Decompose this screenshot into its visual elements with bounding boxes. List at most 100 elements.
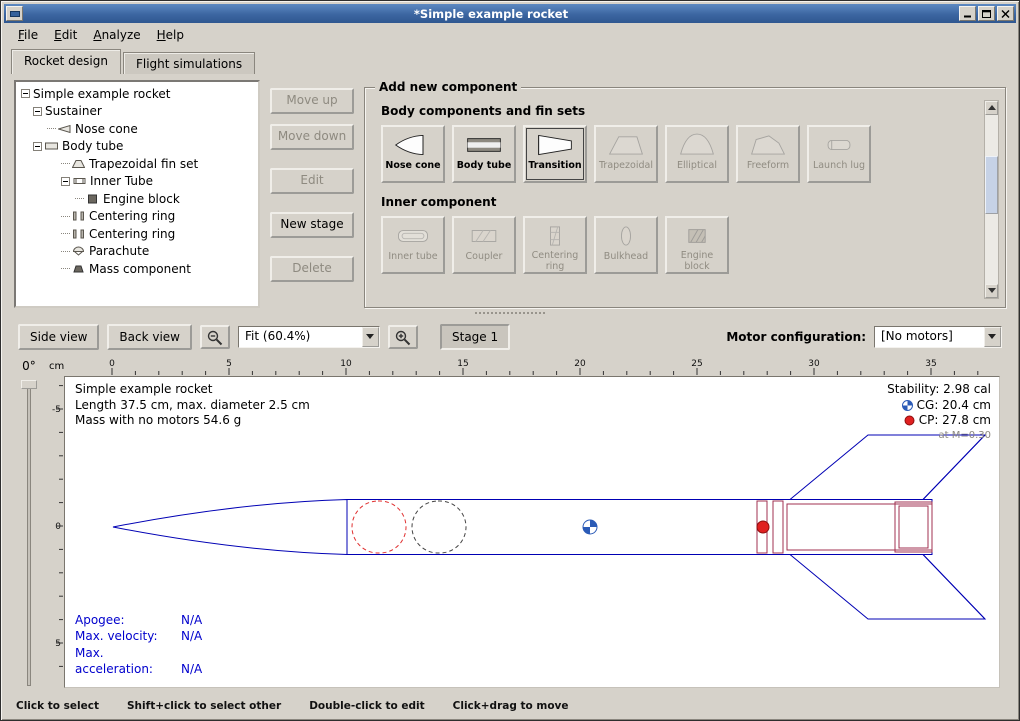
mass-component-icon [72,264,85,274]
add-body-tube-button[interactable]: Body tube [452,125,516,183]
max-velocity-row: Max. velocity:N/A [75,628,202,644]
scrollbar-thumb[interactable] [985,156,998,214]
rocket-mass: Mass with no motors 54.6 g [75,413,310,429]
zoom-value: Fit (60.4%) [239,327,362,347]
inner-tube-shape[interactable] [787,504,932,550]
inner-tube-icon [73,176,86,186]
stage-1-toggle[interactable]: Stage 1 [440,324,510,350]
motor-dropdown-button[interactable] [984,327,1001,347]
app-window: *Simple example rocket File Edit Analyze… [0,0,1020,721]
collapse-icon[interactable] [33,142,42,151]
zoom-in-button[interactable] [388,325,418,349]
window-menu-button[interactable] [6,6,23,21]
h-ruler-label: 5 [226,359,232,369]
new-stage-button[interactable]: New stage [270,212,354,238]
parachute-icon [72,246,85,256]
tree-item-label: Sustainer [45,104,102,118]
edit-button[interactable]: Edit [270,168,354,194]
tree-item-centering-ring-2[interactable]: Centering ring [18,225,256,243]
tab-rocket-design[interactable]: Rocket design [11,49,121,74]
h-ruler-label: 30 [808,359,820,369]
tree-item-engine-block[interactable]: Engine block [18,190,256,208]
tree-item-nose-cone[interactable]: Nose cone [18,120,256,138]
add-inner-tube-button[interactable]: Inner tube [381,216,445,274]
tree-item-body-tube[interactable]: Body tube [18,138,256,156]
add-nose-cone-button[interactable]: Nose cone [381,125,445,183]
fin-set-shape[interactable] [790,435,985,619]
add-bulkhead-button[interactable]: Bulkhead [594,216,658,274]
zoom-out-button[interactable] [200,325,230,349]
add-coupler-button[interactable]: Coupler [452,216,516,274]
collapse-icon[interactable] [61,177,70,186]
menu-help[interactable]: Help [149,25,192,45]
tree-item-sustainer[interactable]: Sustainer [18,103,256,121]
apogee-row: Apogee:N/A [75,612,202,628]
add-engine-block-button[interactable]: Engine block [665,216,729,274]
splitter-handle[interactable] [4,308,1016,318]
tree-item-mass-component[interactable]: Mass component [18,260,256,278]
tree-actions: Move up Move down Edit New stage Delete [270,80,354,308]
collapse-icon[interactable] [33,107,42,116]
menu-analyze[interactable]: Analyze [85,25,148,45]
tree-item-label: Centering ring [89,227,175,241]
close-button[interactable] [997,6,1014,21]
body-tube-shape[interactable] [347,500,932,555]
centering-ring-icon [72,229,85,239]
tree-item-label: Inner Tube [90,174,153,188]
nose-cone-shape[interactable] [113,500,347,555]
tree-item-inner-tube[interactable]: Inner Tube [18,173,256,191]
engine-block-shape[interactable] [895,502,932,552]
rocket-drawing-area[interactable]: Simple example rocket Length 37.5 cm, ma… [64,376,1000,688]
zoom-dropdown-button[interactable] [362,327,379,347]
add-component-panel: Add new component Body components and fi… [364,87,1006,308]
add-freeform-fin-button[interactable]: Freeform [736,125,800,183]
titlebar: *Simple example rocket [4,4,1016,23]
side-view-button[interactable]: Side view [18,324,99,350]
tree-branch-line [75,198,84,199]
nose-cone-icon [393,131,433,159]
add-trapezoidal-fin-button[interactable]: Trapezoidal [594,125,658,183]
cp-legend-icon [904,415,915,426]
motor-configuration-select[interactable]: [No motors] [874,326,1002,348]
menu-file[interactable]: File [10,25,46,45]
parachute-shape[interactable] [352,501,406,553]
canvas-region: 0° cm 0 5 10 15 20 25 30 35 -5 0 5 [4,356,1016,694]
close-icon [1001,10,1010,18]
add-centering-ring-button[interactable]: Centering ring [523,216,587,274]
maximize-button[interactable] [978,6,995,21]
tab-flight-simulations[interactable]: Flight simulations [123,52,255,74]
cg-legend-icon [902,400,913,411]
max-acceleration-row: Max. acceleration:N/A [75,645,202,677]
back-view-button[interactable]: Back view [107,324,192,350]
tree-item-parachute[interactable]: Parachute [18,243,256,261]
tree-branch-line [61,251,70,252]
scroll-up-button[interactable] [985,101,998,115]
body-components-row: Nose cone Body tube Transition Trapezoid… [381,125,971,183]
move-down-button[interactable]: Move down [270,124,354,150]
ruler-unit-label: cm [49,361,64,372]
tab-flight-simulations-label: Flight simulations [136,57,242,71]
collapse-icon[interactable] [21,89,30,98]
tree-item-centering-ring-1[interactable]: Centering ring [18,208,256,226]
add-elliptical-fin-button[interactable]: Elliptical [665,125,729,183]
add-launch-lug-button[interactable]: Launch lug [807,125,871,183]
bulkhead-icon [606,222,646,250]
scroll-down-button[interactable] [985,284,998,298]
tree-item-rocket[interactable]: Simple example rocket [18,85,256,103]
tree-item-trapezoidal-fin-set[interactable]: Trapezoidal fin set [18,155,256,173]
delete-button[interactable]: Delete [270,256,354,282]
scrollbar-track[interactable] [985,115,998,284]
tree-item-label: Engine block [103,192,180,206]
add-transition-button[interactable]: Transition [523,125,587,183]
menu-edit[interactable]: Edit [46,25,85,45]
rotation-slider[interactable] [20,375,38,686]
minimize-button[interactable] [959,6,976,21]
move-up-button[interactable]: Move up [270,88,354,114]
component-panel-scrollbar[interactable] [984,100,999,299]
rotation-slider-thumb[interactable] [21,380,37,389]
zoom-select[interactable]: Fit (60.4%) [238,326,380,348]
rotation-slider-track[interactable] [27,385,31,686]
mass-component-shape[interactable] [412,501,466,553]
cp-marker-icon [757,521,769,533]
tree-branch-line [61,216,70,217]
